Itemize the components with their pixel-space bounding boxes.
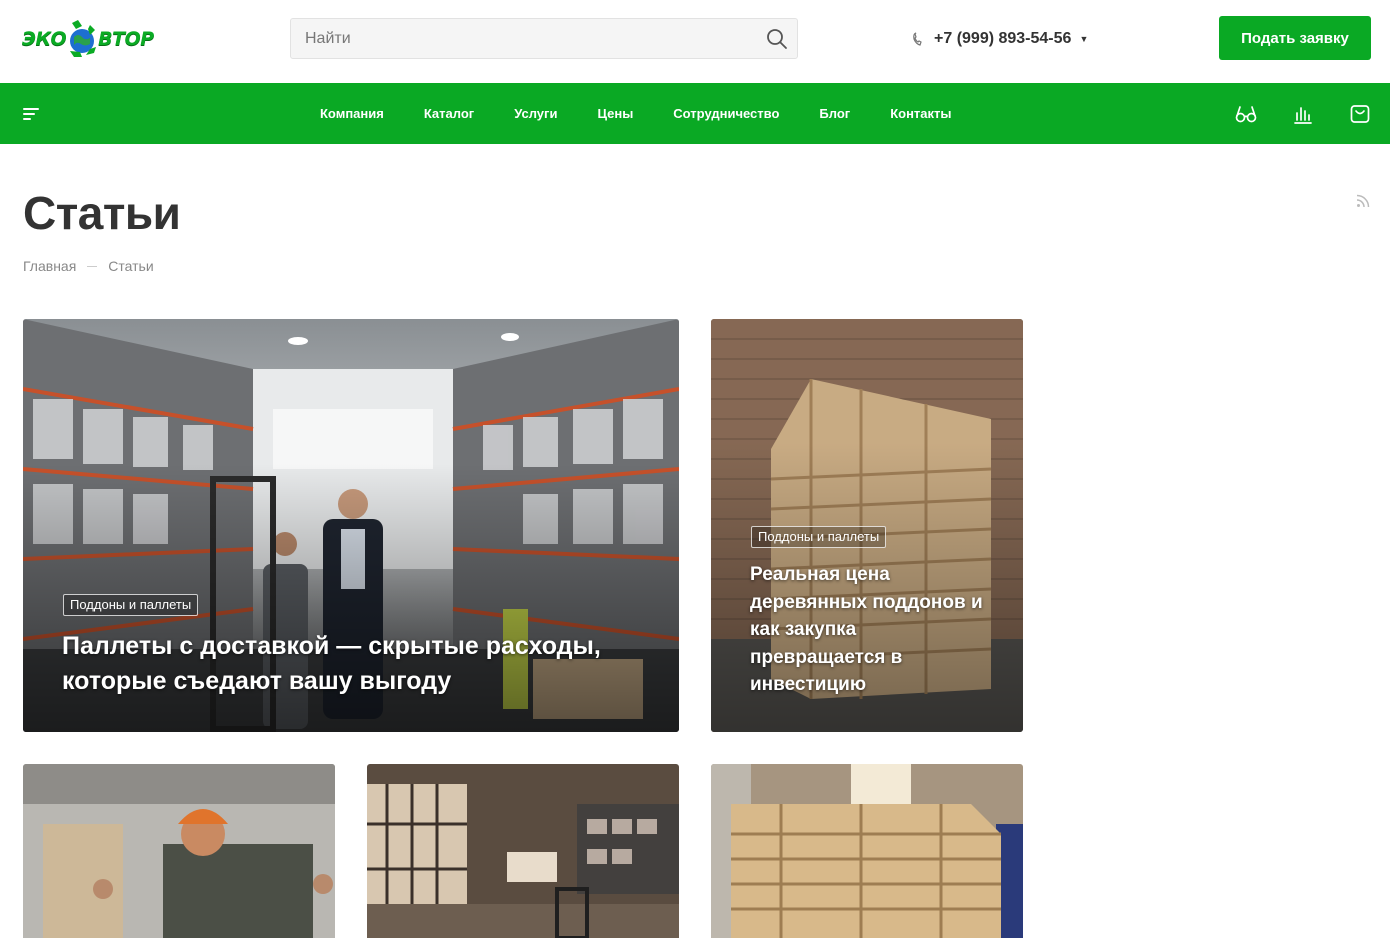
site-header: ЭКО ВТОР +7 (999) 893-54-56 ▼ Подать зая…	[0, 0, 1390, 83]
article-tag[interactable]: Поддоны и паллеты	[751, 526, 887, 548]
logo-text-left: ЭКО	[22, 28, 67, 50]
main-nav: Компания Каталог Услуги Цены Сотрудничес…	[0, 83, 1390, 144]
nav-item-blog[interactable]: Блог	[799, 83, 870, 144]
phone-number: +7 (999) 893-54-56	[934, 30, 1072, 47]
glasses-icon[interactable]	[1234, 102, 1258, 126]
search-box	[290, 18, 798, 59]
article-title[interactable]: Реальная цена деревянных поддонов и как …	[750, 561, 990, 699]
article-card[interactable]: Поддоны и паллеты Реальная цена деревянн…	[711, 319, 1023, 732]
breadcrumb-home[interactable]: Главная	[23, 258, 76, 274]
cart-bag-icon[interactable]	[1348, 102, 1372, 126]
phone-block[interactable]: +7 (999) 893-54-56 ▼	[912, 28, 1088, 50]
phone-icon	[912, 32, 924, 46]
compare-chart-icon[interactable]	[1291, 102, 1315, 126]
menu-burger-icon[interactable]	[23, 108, 39, 120]
nav-icons	[1201, 83, 1372, 144]
submit-request-button[interactable]: Подать заявку	[1219, 16, 1371, 60]
rss-icon[interactable]	[1356, 194, 1370, 208]
article-image	[711, 764, 1023, 938]
nav-item-cooperation[interactable]: Сотрудничество	[653, 83, 799, 144]
nav-item-company[interactable]: Компания	[300, 83, 404, 144]
article-card[interactable]	[23, 764, 335, 938]
logo-text-right: ВТОР	[98, 28, 154, 50]
logo[interactable]: ЭКО ВТОР	[22, 12, 174, 66]
article-card-featured[interactable]: Поддоны и паллеты Паллеты с доставкой — …	[23, 319, 679, 732]
page-title: Статьи	[23, 187, 181, 239]
article-tag[interactable]: Поддоны и паллеты	[63, 594, 199, 616]
nav-menu: Компания Каталог Услуги Цены Сотрудничес…	[300, 83, 972, 144]
breadcrumb-current: Статьи	[108, 258, 154, 274]
breadcrumb-separator	[87, 265, 98, 267]
article-card[interactable]	[367, 764, 679, 938]
article-image	[23, 764, 335, 938]
search-input[interactable]	[291, 19, 731, 58]
nav-item-contacts[interactable]: Контакты	[870, 83, 971, 144]
article-card[interactable]	[711, 764, 1023, 938]
breadcrumb: Главная Статьи	[23, 258, 154, 274]
nav-item-services[interactable]: Услуги	[494, 83, 577, 144]
caret-down-icon: ▼	[1079, 34, 1089, 44]
nav-item-catalog[interactable]: Каталог	[404, 83, 494, 144]
article-title[interactable]: Паллеты с доставкой — скрытые расходы, к…	[62, 629, 642, 699]
nav-item-prices[interactable]: Цены	[577, 83, 653, 144]
search-icon[interactable]	[765, 27, 789, 51]
article-image	[367, 764, 679, 938]
recycle-globe-icon	[64, 17, 100, 61]
